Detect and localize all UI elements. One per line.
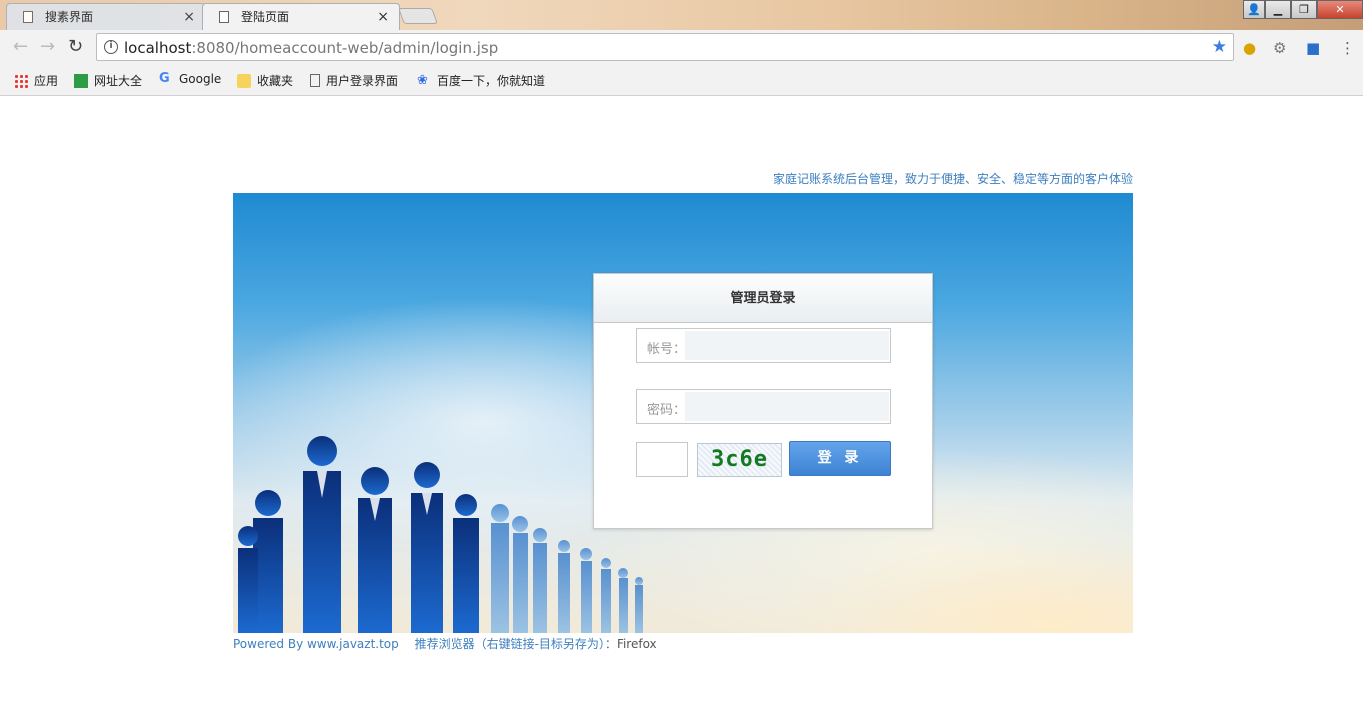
forward-icon[interactable]: → [40,36,55,57]
tab-strip: 搜素界面 × 登陆页面 × 👤 ▁ ❐ ✕ [0,0,1363,30]
login-panel: 管理员登录 帐号： 密码： 3c6e 登 录 [593,273,933,529]
info-icon[interactable]: i [104,40,118,54]
extension-icon[interactable]: ⚙ [1273,39,1286,57]
site-icon [74,73,88,88]
user-icon[interactable]: 👤 [1243,0,1265,19]
new-tab-button[interactable] [398,8,438,24]
bookmark-folder[interactable]: 收藏夹 [237,72,293,89]
password-input[interactable] [685,392,889,421]
close-icon[interactable]: × [377,4,389,30]
close-window-button[interactable]: ✕ [1317,0,1363,19]
slogan-text: 家庭记账系统后台管理，致力于便捷、安全、稳定等方面的客户体验 [772,172,1133,186]
account-input[interactable] [685,331,889,360]
folder-icon [237,73,251,88]
password-label: 密码： [647,403,687,418]
bookmark-hao123[interactable]: 网址大全 [74,72,142,89]
google-icon: G [159,71,170,86]
account-label: 帐号： [647,342,687,357]
bookmarks-bar: 应用 网址大全 G Google 收藏夹 用户登录界面 ❀ 百度一下，你就知道 [0,66,1363,96]
recommend-browser-link[interactable]: 推荐浏览器（右键链接-目标另存为）： [415,637,617,651]
document-icon [310,74,320,87]
address-bar[interactable]: i localhost:8080/homeaccount-web/admin/l… [96,33,1234,61]
document-icon [23,11,33,23]
tab-login[interactable]: 登陆页面 × [202,3,400,30]
page-content: 家庭记账系统后台管理，致力于便捷、安全、稳定等方面的客户体验 管理员登录 帐号：… [0,97,1363,727]
reload-icon[interactable]: ↻ [68,36,83,57]
footer: Powered By www.javazt.top 推荐浏览器（右键链接-目标另… [233,635,657,652]
powered-by-link[interactable]: Powered By www.javazt.top [233,637,399,651]
window-controls: 👤 ▁ ❐ ✕ [1243,0,1363,20]
extension-icon[interactable]: ● [1243,39,1256,57]
minimize-button[interactable]: ▁ [1265,0,1291,19]
baidu-paw-icon: ❀ [417,72,428,88]
login-title: 管理员登录 [594,274,932,323]
firefox-text: Firefox [616,637,657,651]
browser-toolbar: ← → ↻ i localhost:8080/homeaccount-web/a… [0,30,1363,66]
bookmark-star-icon[interactable]: ★ [1212,37,1227,57]
bookmark-google[interactable]: G Google [159,71,221,87]
captcha-image[interactable]: 3c6e [697,443,782,477]
tab-title: 搜素界面 [45,10,94,24]
url-text[interactable]: localhost:8080/homeaccount-web/admin/log… [124,39,498,57]
apps-icon [14,73,28,88]
menu-icon[interactable]: ⋮ [1340,39,1355,57]
bookmark-baidu[interactable]: ❀ 百度一下，你就知道 [417,72,545,89]
close-icon[interactable]: × [183,4,195,30]
bookmark-user-login[interactable]: 用户登录界面 [310,72,398,89]
maximize-button[interactable]: ❐ [1291,0,1317,19]
tab-search[interactable]: 搜素界面 × [6,3,206,30]
captcha-input[interactable] [636,442,688,477]
bookmark-apps[interactable]: 应用 [14,72,58,89]
login-button[interactable]: 登 录 [789,441,891,476]
document-icon [219,11,229,23]
account-field: 帐号： [636,328,891,363]
tab-title: 登陆页面 [241,10,290,24]
extension-icon[interactable]: ■ [1306,39,1320,57]
password-field: 密码： [636,389,891,424]
back-icon[interactable]: ← [13,36,28,57]
